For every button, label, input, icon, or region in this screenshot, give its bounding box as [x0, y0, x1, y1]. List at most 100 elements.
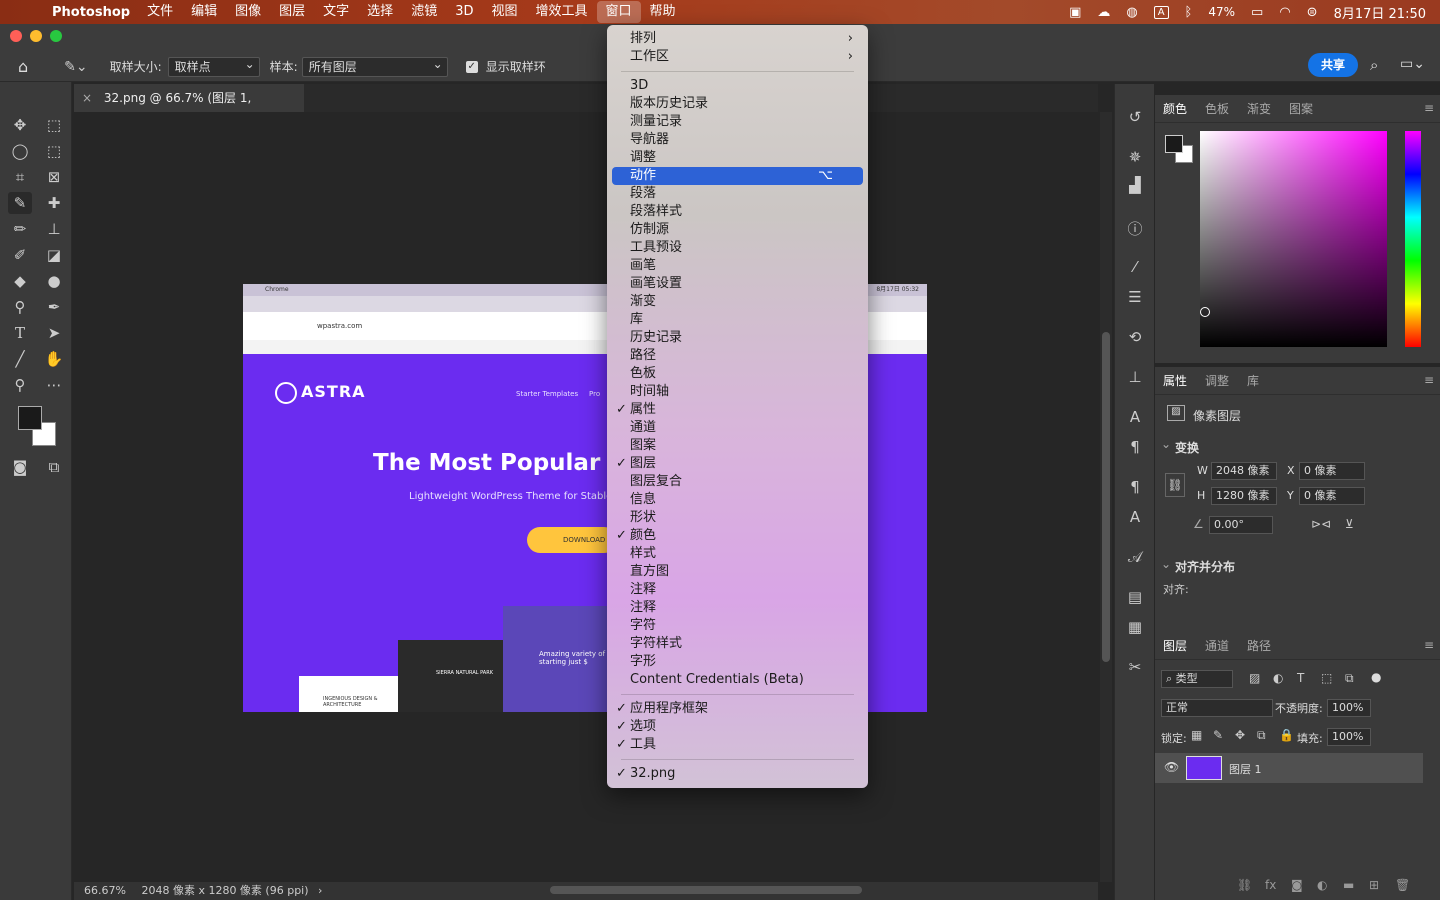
move-tool-icon[interactable]: ✥	[8, 114, 32, 136]
window-menu-item[interactable]: 注释	[612, 599, 863, 617]
object-select-tool-icon[interactable]: ⬚	[42, 140, 66, 162]
notes-icon[interactable]: ▤	[1123, 588, 1147, 610]
brush-tool-icon[interactable]: ✏	[8, 218, 32, 240]
filter-toggle-icon[interactable]: ●	[1371, 670, 1381, 684]
tab-channels[interactable]: 通道	[1205, 637, 1229, 654]
filter-pixel-icon[interactable]: ▨	[1249, 671, 1260, 685]
panel-menu-icon[interactable]: ≡	[1424, 101, 1434, 115]
window-menu-item[interactable]: 画笔	[612, 257, 863, 275]
horizontal-scrollbar[interactable]	[550, 886, 862, 894]
window-menu-item[interactable]: 路径	[612, 347, 863, 365]
window-menu-item[interactable]: ✓ 应用程序框架	[612, 700, 863, 718]
window-menu-item[interactable]: 注释	[612, 581, 863, 599]
eraser-tool-icon[interactable]: ◪	[42, 244, 66, 266]
window-menu-item[interactable]: ✓ 32.png	[612, 765, 863, 783]
wechat-icon[interactable]: ◍	[1126, 5, 1137, 20]
window-menu-item[interactable]: ✓ 选项	[612, 718, 863, 736]
window-menu-item[interactable]: 3D	[612, 77, 863, 95]
eyedropper-tool-icon[interactable]: ✎	[8, 192, 32, 214]
window-menu-item[interactable]: Content Credentials (Beta)	[612, 671, 863, 689]
x-field[interactable]: 0 像素	[1299, 462, 1365, 480]
bluetooth-icon[interactable]: ᛒ	[1185, 5, 1193, 20]
menu-file[interactable]: 文件	[138, 1, 182, 23]
marquee-tool-icon[interactable]: ⬚	[42, 114, 66, 136]
filter-type-icon[interactable]: T	[1297, 671, 1304, 685]
window-menu-item[interactable]: 形状	[612, 509, 863, 527]
layer-mask-icon[interactable]: ◙	[1291, 878, 1303, 892]
share-button[interactable]: 共享	[1308, 53, 1358, 77]
window-menu-item[interactable]: 信息	[612, 491, 863, 509]
link-dimensions-icon[interactable]: ⛓	[1165, 473, 1185, 497]
app-name[interactable]: Photoshop	[52, 5, 130, 20]
search-icon[interactable]: ⌕	[1370, 56, 1378, 74]
paragraph-icon[interactable]: ¶	[1123, 438, 1147, 460]
window-menu-item[interactable]: 通道	[612, 419, 863, 437]
dodge-tool-icon[interactable]: ⚲	[8, 296, 32, 318]
color-picker-field[interactable]	[1200, 131, 1387, 347]
adjustment-layer-icon[interactable]: ◐	[1317, 878, 1327, 892]
window-menu-item[interactable]: ✓ 属性	[612, 401, 863, 419]
info-icon[interactable]: ⓘ	[1123, 218, 1147, 240]
window-menu-item[interactable]: ✓ 图层	[612, 455, 863, 473]
window-menu-item[interactable]: 色板	[612, 365, 863, 383]
crop-tool-icon[interactable]: ⌗	[8, 166, 32, 188]
document-info[interactable]: 2048 像素 x 1280 像素 (96 ppi)	[141, 884, 308, 897]
fill-field[interactable]: 100%	[1327, 728, 1371, 746]
window-menu-item[interactable]: 图层复合	[612, 473, 863, 491]
window-menu-item[interactable]: 仿制源	[612, 221, 863, 239]
menu-image[interactable]: 图像	[226, 1, 270, 23]
window-menu-item[interactable]: 测量记录	[612, 113, 863, 131]
creative-cloud-icon[interactable]: ☁	[1097, 5, 1110, 20]
window-menu-item[interactable]: 样式	[612, 545, 863, 563]
layer-name[interactable]: 图层 1	[1229, 761, 1262, 777]
window-menu-item[interactable]: 历史记录	[612, 329, 863, 347]
type-tool-icon[interactable]: T	[8, 322, 32, 344]
window-menu-item[interactable]: 排列 ›	[612, 30, 863, 48]
menu-edit[interactable]: 编辑	[182, 1, 226, 23]
window-menu-item[interactable]: 字形	[612, 653, 863, 671]
menu-layer[interactable]: 图层	[270, 1, 314, 23]
close-window-button[interactable]	[10, 30, 22, 42]
layer-thumbnail[interactable]	[1186, 756, 1222, 780]
window-menu-item[interactable]: ✓ 颜色	[612, 527, 863, 545]
window-menu-item[interactable]: 版本历史记录	[612, 95, 863, 113]
lasso-tool-icon[interactable]: ◯	[8, 140, 32, 162]
zoom-window-button[interactable]	[50, 30, 62, 42]
pen-tool-icon[interactable]: ✒	[42, 296, 66, 318]
panel-menu-icon[interactable]: ≡	[1424, 373, 1434, 387]
chevron-down-icon[interactable]: ⌄	[1161, 437, 1171, 451]
status-app-icon[interactable]: ▣	[1069, 5, 1081, 20]
window-menu-item[interactable]: 图案	[612, 437, 863, 455]
menu-window[interactable]: 窗口	[596, 1, 641, 23]
width-field[interactable]: 2048 像素	[1211, 462, 1277, 480]
color-picker-cursor[interactable]	[1200, 307, 1210, 317]
actions-icon[interactable]: ⟲	[1123, 328, 1147, 350]
panel-menu-icon[interactable]: ≡	[1424, 638, 1434, 652]
menu-type[interactable]: 文字	[314, 1, 358, 23]
menu-help[interactable]: 帮助	[641, 1, 685, 23]
chevron-down-icon[interactable]: ⌄	[1161, 557, 1171, 571]
paragraph-styles-icon[interactable]: ¶	[1123, 478, 1147, 500]
tab-paths[interactable]: 路径	[1247, 637, 1271, 654]
window-menu-item[interactable]: 调整	[612, 149, 863, 167]
workspace-icon[interactable]: ▭⌄	[1400, 56, 1425, 72]
tab-patterns[interactable]: 图案	[1289, 100, 1313, 117]
history-brush-tool-icon[interactable]: ✐	[8, 244, 32, 266]
tools-icon[interactable]: ✂	[1123, 658, 1147, 680]
input-method-icon[interactable]: A	[1153, 5, 1169, 19]
filter-smart-object-icon[interactable]: ⧉	[1345, 671, 1354, 686]
color-fg-swatch[interactable]	[1165, 135, 1183, 153]
frame-tool-icon[interactable]: ⊠	[42, 166, 66, 188]
window-menu-item[interactable]: 库	[612, 311, 863, 329]
flip-horizontal-icon[interactable]: ⊳⊲	[1311, 517, 1331, 531]
filter-adjustment-icon[interactable]: ◐	[1273, 671, 1283, 685]
glyphs-icon[interactable]: 𝒜	[1123, 548, 1147, 570]
character-icon[interactable]: A	[1123, 408, 1147, 430]
angle-field[interactable]: 0.00°	[1209, 516, 1273, 534]
sample-select[interactable]: 所有图层	[301, 55, 448, 77]
minimize-window-button[interactable]	[30, 30, 42, 42]
hue-slider[interactable]	[1405, 131, 1421, 347]
link-layers-icon[interactable]: ⛓	[1237, 878, 1252, 892]
height-field[interactable]: 1280 像素	[1211, 487, 1277, 505]
visibility-eye-icon[interactable]: 👁	[1164, 760, 1179, 774]
